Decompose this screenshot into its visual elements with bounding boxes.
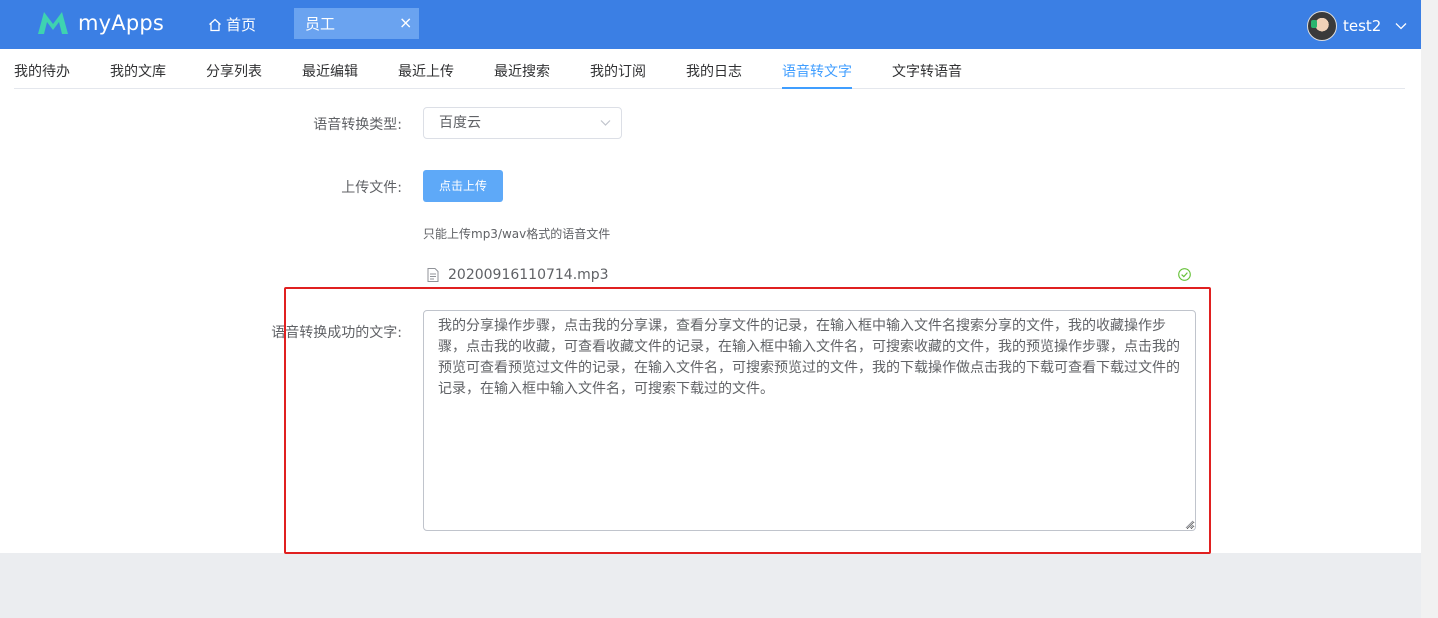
- top-header-bar: myApps 首页 员工 × test2: [0, 0, 1421, 49]
- document-icon: [427, 268, 439, 282]
- tab-recent-upload[interactable]: 最近上传: [398, 61, 454, 81]
- app-logo[interactable]: myApps: [36, 10, 164, 36]
- avatar: [1307, 11, 1337, 41]
- tab-my-todo[interactable]: 我的待办: [14, 61, 70, 81]
- home-link[interactable]: 首页: [208, 14, 256, 35]
- tab-employee-label: 员工: [305, 15, 336, 33]
- tab-speech-to-text[interactable]: 语音转文字: [782, 61, 852, 89]
- chevron-down-icon: [600, 120, 611, 126]
- tab-text-to-speech[interactable]: 文字转语音: [892, 61, 962, 81]
- tab-employee[interactable]: 员工 ×: [294, 8, 419, 39]
- result-label: 语音转换成功的文字:: [271, 325, 402, 341]
- logo-text: myApps: [78, 11, 165, 35]
- check-circle-icon: [1178, 268, 1191, 281]
- tab-share-list[interactable]: 分享列表: [206, 61, 262, 81]
- file-name: 20200916110714.mp3: [448, 267, 609, 283]
- type-label: 语音转换类型:: [313, 117, 402, 133]
- tab-recent-edit[interactable]: 最近编辑: [302, 61, 358, 81]
- upload-button[interactable]: 点击上传: [423, 170, 503, 202]
- main-panel: 我的待办 我的文库 分享列表 最近编辑 最近上传 最近搜索 我的订阅 我的日志 …: [0, 49, 1421, 554]
- resize-handle-icon[interactable]: [1184, 519, 1194, 529]
- chevron-down-icon: [1395, 23, 1407, 30]
- page-scrollbar[interactable]: [1421, 0, 1438, 618]
- username: test2: [1343, 17, 1382, 35]
- tab-my-subscription[interactable]: 我的订阅: [590, 61, 646, 81]
- conversion-type-value: 百度云: [439, 115, 481, 131]
- tab-my-log[interactable]: 我的日志: [686, 61, 742, 81]
- upload-tip: 只能上传mp3/wav格式的语音文件: [423, 227, 611, 241]
- home-label: 首页: [226, 16, 257, 34]
- result-textarea[interactable]: 我的分享操作步骤，点击我的分享课，查看分享文件的记录，在输入框中输入文件名搜索分…: [423, 310, 1196, 531]
- tab-recent-search[interactable]: 最近搜索: [494, 61, 550, 81]
- tab-my-library[interactable]: 我的文库: [110, 61, 166, 81]
- close-icon[interactable]: ×: [399, 15, 412, 31]
- uploaded-file-item[interactable]: 20200916110714.mp3: [427, 265, 1193, 285]
- user-menu[interactable]: test2: [1307, 11, 1407, 41]
- logo-mark-icon: [38, 12, 68, 34]
- nav-tabs: 我的待办 我的文库 分享列表 最近编辑 最近上传 最近搜索 我的订阅 我的日志 …: [14, 49, 1405, 89]
- upload-label: 上传文件:: [341, 180, 402, 196]
- conversion-type-select[interactable]: 百度云: [423, 107, 622, 139]
- home-icon: [209, 18, 221, 31]
